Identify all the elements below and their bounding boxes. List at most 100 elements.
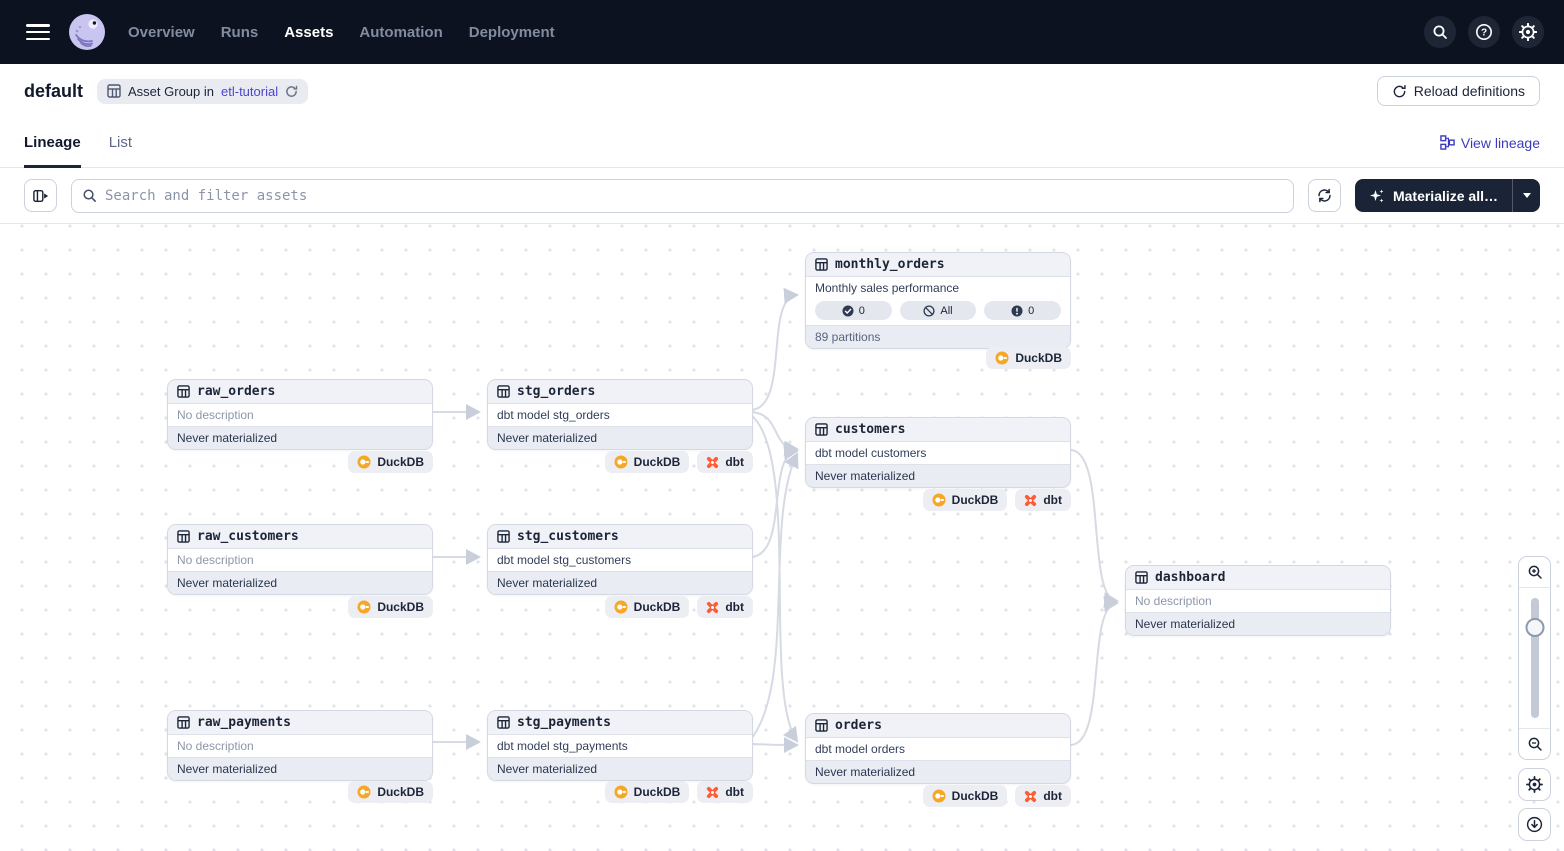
zoom-out-button[interactable] xyxy=(1519,729,1550,759)
tag-duckdb[interactable]: DuckDB xyxy=(923,785,1008,807)
asset-name: monthly_orders xyxy=(835,257,945,272)
asset-description: dbt model stg_orders xyxy=(488,404,752,426)
primary-nav: Overview Runs Assets Automation Deployme… xyxy=(128,24,555,41)
settings-icon[interactable] xyxy=(1512,16,1544,48)
tag-duckdb[interactable]: DuckDB xyxy=(605,596,690,618)
help-icon[interactable]: ? xyxy=(1468,16,1500,48)
duckdb-icon xyxy=(932,493,946,507)
nav-overview[interactable]: Overview xyxy=(128,24,195,41)
asset-node-monthly-orders[interactable]: monthly_orders Monthly sales performance… xyxy=(805,252,1071,349)
tag-dbt[interactable]: dbt xyxy=(697,451,753,473)
asset-node-customers[interactable]: customers dbt model customers Never mate… xyxy=(805,417,1071,488)
dagster-logo-icon[interactable] xyxy=(68,13,106,51)
zoom-in-button[interactable] xyxy=(1519,557,1550,587)
asset-description: No description xyxy=(168,735,432,757)
zoom-in-icon xyxy=(1527,564,1543,580)
table-icon xyxy=(107,84,121,98)
search-icon[interactable] xyxy=(1424,16,1456,48)
asset-description: Monthly sales performance xyxy=(806,277,1070,299)
toggle-sidebar-button[interactable] xyxy=(24,179,57,212)
tag-duckdb[interactable]: DuckDB xyxy=(348,781,433,803)
dbt-icon xyxy=(706,456,719,469)
asset-name: orders xyxy=(835,718,882,733)
failed-count-badge[interactable]: 0 xyxy=(984,301,1061,320)
code-location-link[interactable]: etl-tutorial xyxy=(221,84,278,99)
table-icon xyxy=(815,719,828,732)
nav-runs[interactable]: Runs xyxy=(221,24,259,41)
asset-search-box xyxy=(71,179,1294,213)
asset-node-dashboard[interactable]: dashboard No description Never materiali… xyxy=(1125,565,1391,636)
materialize-options-button[interactable] xyxy=(1512,179,1540,212)
asset-group-badge: Asset Group in etl-tutorial xyxy=(97,79,308,104)
sync-icon[interactable] xyxy=(285,85,298,98)
asset-node-raw-payments[interactable]: raw_payments No description Never materi… xyxy=(167,710,433,781)
asset-status: Never materialized xyxy=(806,760,1070,783)
nav-deployment[interactable]: Deployment xyxy=(469,24,555,41)
asset-name: stg_payments xyxy=(517,715,611,730)
nav-assets[interactable]: Assets xyxy=(284,24,333,41)
tag-duckdb[interactable]: DuckDB xyxy=(348,451,433,473)
asset-status: Never materialized xyxy=(488,757,752,780)
reload-definitions-button[interactable]: Reload definitions xyxy=(1377,76,1540,106)
tag-duckdb[interactable]: DuckDB xyxy=(986,347,1071,369)
asset-description: dbt model orders xyxy=(806,738,1070,760)
refresh-button[interactable] xyxy=(1308,179,1341,212)
asset-description: dbt model stg_customers xyxy=(488,549,752,571)
download-button[interactable] xyxy=(1518,808,1551,841)
asset-status: Never materialized xyxy=(168,757,432,780)
search-input[interactable] xyxy=(105,188,1283,204)
tab-lineage[interactable]: Lineage xyxy=(24,118,81,167)
asset-node-raw-orders[interactable]: raw_orders No description Never material… xyxy=(167,379,433,450)
table-icon xyxy=(815,423,828,436)
tab-list[interactable]: List xyxy=(109,118,132,167)
asset-name: customers xyxy=(835,422,905,437)
tag-dbt[interactable]: dbt xyxy=(697,596,753,618)
duckdb-icon xyxy=(614,600,628,614)
tag-duckdb[interactable]: DuckDB xyxy=(605,451,690,473)
tag-dbt[interactable]: dbt xyxy=(697,781,753,803)
asset-node-stg-customers[interactable]: stg_customers dbt model stg_customers Ne… xyxy=(487,524,753,595)
tag-duckdb[interactable]: DuckDB xyxy=(923,489,1008,511)
asset-node-stg-payments[interactable]: stg_payments dbt model stg_payments Neve… xyxy=(487,710,753,781)
asset-name: raw_payments xyxy=(197,715,291,730)
graph-settings-icon xyxy=(1526,776,1543,793)
duckdb-icon xyxy=(614,455,628,469)
zoom-out-icon xyxy=(1527,736,1543,752)
check-circle-icon xyxy=(842,305,854,317)
nav-automation[interactable]: Automation xyxy=(359,24,442,41)
graph-settings-button[interactable] xyxy=(1518,768,1551,801)
table-icon xyxy=(815,258,828,271)
asset-description: dbt model stg_payments xyxy=(488,735,752,757)
missing-count-badge[interactable]: All xyxy=(900,301,977,320)
view-lineage-link[interactable]: View lineage xyxy=(1440,135,1540,151)
exclaim-circle-icon xyxy=(1011,305,1023,317)
asset-node-raw-customers[interactable]: raw_customers No description Never mater… xyxy=(167,524,433,595)
tag-dbt[interactable]: dbt xyxy=(1015,489,1071,511)
top-nav: Overview Runs Assets Automation Deployme… xyxy=(0,0,1564,64)
tabs-row: Lineage List View lineage xyxy=(0,118,1564,168)
lineage-toolbar: Materialize all… xyxy=(0,168,1564,224)
asset-node-stg-orders[interactable]: stg_orders dbt model stg_orders Never ma… xyxy=(487,379,753,450)
lineage-canvas[interactable]: monthly_orders Monthly sales performance… xyxy=(0,224,1564,851)
asset-status: Never materialized xyxy=(168,571,432,594)
zoom-slider[interactable] xyxy=(1519,587,1550,729)
menu-icon[interactable] xyxy=(26,24,50,40)
slash-circle-icon xyxy=(923,305,935,317)
asset-status: Never materialized xyxy=(488,571,752,594)
table-icon xyxy=(177,385,190,398)
zoom-slider-thumb[interactable] xyxy=(1525,618,1544,637)
zoom-panel xyxy=(1518,556,1551,760)
tag-dbt[interactable]: dbt xyxy=(1015,785,1071,807)
asset-status: Never materialized xyxy=(488,426,752,449)
materialized-count-badge[interactable]: 0 xyxy=(815,301,892,320)
asset-node-orders[interactable]: orders dbt model orders Never materializ… xyxy=(805,713,1071,784)
tag-duckdb[interactable]: DuckDB xyxy=(605,781,690,803)
asset-description: No description xyxy=(168,404,432,426)
svg-text:?: ? xyxy=(1481,27,1487,38)
materialize-all-button[interactable]: Materialize all… xyxy=(1355,179,1512,212)
tag-duckdb[interactable]: DuckDB xyxy=(348,596,433,618)
zoom-slider-track[interactable] xyxy=(1531,598,1539,718)
download-icon xyxy=(1526,816,1543,833)
table-icon xyxy=(497,716,510,729)
asset-name: raw_orders xyxy=(197,384,275,399)
